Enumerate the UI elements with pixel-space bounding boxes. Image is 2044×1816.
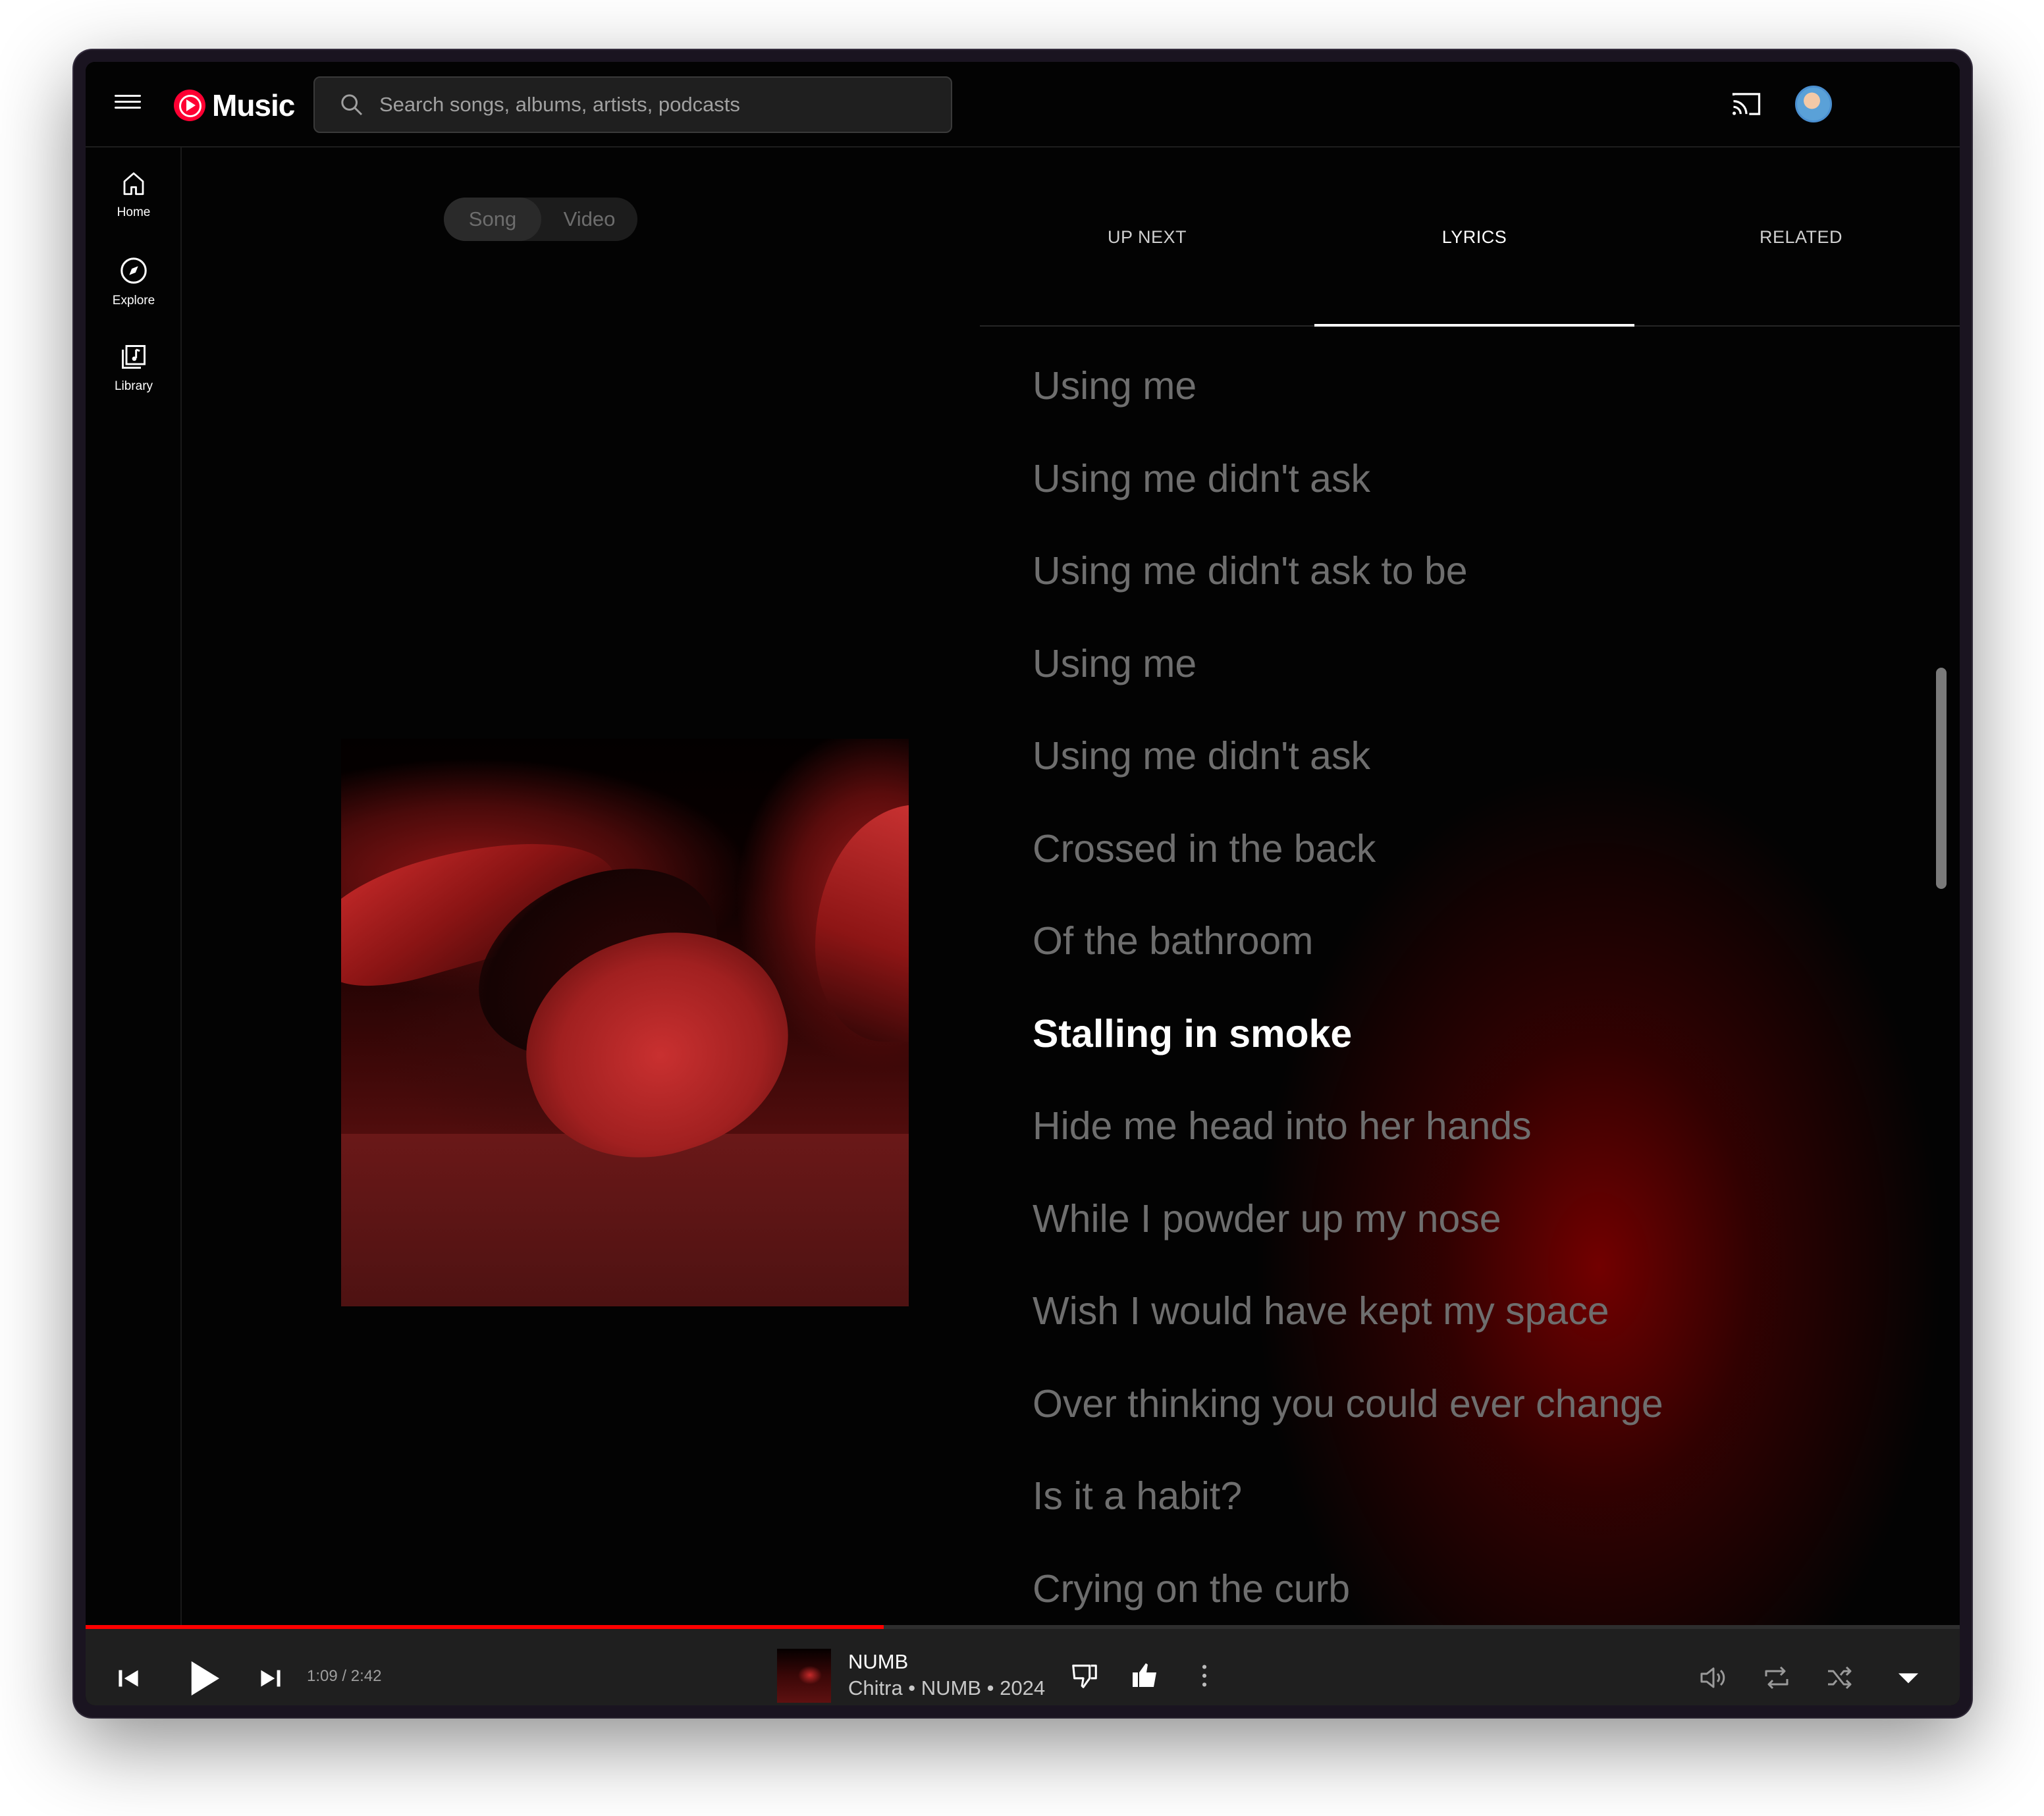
- side-panel: UP NEXT LYRICS RELATED Using me Using me …: [980, 147, 1960, 1629]
- library-icon: [122, 345, 146, 369]
- sidebar-item-label: Home: [117, 205, 151, 219]
- menu-icon[interactable]: [115, 91, 141, 117]
- sidebar: Home Explore Library: [86, 147, 182, 1629]
- lyric-line[interactable]: Over thinking you could ever change: [1033, 1381, 1663, 1426]
- main-content: Song Video UP NEXT LYRICS RELATED Using …: [183, 147, 1960, 1629]
- panel-tabs: UP NEXT LYRICS RELATED: [980, 147, 1960, 327]
- logo[interactable]: Music: [174, 87, 295, 124]
- expand-player-icon[interactable]: [1895, 1665, 1922, 1694]
- toggle-video[interactable]: Video: [541, 198, 637, 241]
- sidebar-item-label: Library: [114, 379, 153, 393]
- thumbs-down-icon[interactable]: [1069, 1661, 1100, 1694]
- song-subtitle[interactable]: Chitra • NUMB • 2024: [848, 1676, 1045, 1700]
- lyric-line[interactable]: Using me didn't ask to be: [1033, 548, 1468, 593]
- search-input[interactable]: [379, 93, 951, 117]
- lyric-line[interactable]: Wish I would have kept my space: [1033, 1289, 1609, 1333]
- lyric-line[interactable]: Using me: [1033, 641, 1197, 686]
- next-icon[interactable]: [254, 1662, 287, 1698]
- shuffle-icon[interactable]: [1824, 1662, 1856, 1697]
- lyric-line[interactable]: Is it a habit?: [1033, 1474, 1242, 1518]
- lyric-line[interactable]: Using me: [1033, 363, 1197, 408]
- avatar[interactable]: [1795, 86, 1832, 122]
- progress-fill: [86, 1625, 884, 1629]
- compass-icon: [121, 257, 147, 284]
- thumbs-up-icon[interactable]: [1129, 1659, 1160, 1694]
- app-window: Music Home: [74, 50, 1972, 1717]
- lyric-line[interactable]: Hide me head into her hands: [1033, 1104, 1532, 1148]
- active-tab-indicator: [1314, 324, 1634, 327]
- play-icon[interactable]: [176, 1653, 228, 1705]
- lyric-line-current[interactable]: Stalling in smoke: [1033, 1011, 1352, 1056]
- more-options-icon[interactable]: [1189, 1661, 1220, 1694]
- now-playing-thumbnail[interactable]: [777, 1649, 831, 1703]
- sidebar-item-home[interactable]: Home: [86, 170, 182, 220]
- search-bar[interactable]: [313, 76, 952, 133]
- lyric-line[interactable]: While I powder up my nose: [1033, 1196, 1501, 1241]
- sidebar-item-label: Explore: [112, 294, 155, 307]
- lyric-line[interactable]: Using me didn't ask: [1033, 456, 1370, 501]
- cast-icon[interactable]: [1729, 87, 1763, 124]
- lyric-line[interactable]: Of the bathroom: [1033, 919, 1313, 963]
- sidebar-item-library[interactable]: Library: [86, 342, 182, 394]
- lyric-line[interactable]: Crying on the curb: [1033, 1566, 1350, 1611]
- logo-text: Music: [212, 88, 295, 122]
- song-video-toggle[interactable]: Song Video: [444, 198, 637, 241]
- player-bar: 1:09 / 2:42 NUMB Chitra • NUMB • 2024: [86, 1625, 1960, 1705]
- play-logo-icon: [174, 90, 205, 121]
- music-app: Music Home: [86, 62, 1960, 1705]
- volume-icon[interactable]: [1698, 1662, 1729, 1697]
- home-icon: [123, 172, 144, 196]
- song-title[interactable]: NUMB: [848, 1650, 908, 1674]
- tab-up-next[interactable]: UP NEXT: [980, 213, 1314, 261]
- scrollbar[interactable]: [1936, 668, 1947, 889]
- repeat-icon[interactable]: [1761, 1662, 1792, 1697]
- top-bar: Music: [86, 62, 1960, 147]
- toggle-song[interactable]: Song: [444, 198, 541, 241]
- previous-icon[interactable]: [112, 1662, 145, 1698]
- sidebar-item-explore[interactable]: Explore: [86, 255, 182, 308]
- search-icon: [341, 94, 363, 116]
- lyric-line[interactable]: Crossed in the back: [1033, 826, 1376, 871]
- tab-lyrics[interactable]: LYRICS: [1314, 213, 1634, 261]
- album-art: [341, 739, 909, 1306]
- time-display: 1:09 / 2:42: [307, 1667, 382, 1685]
- lyric-line[interactable]: Using me didn't ask: [1033, 734, 1370, 778]
- tab-related[interactable]: RELATED: [1634, 213, 1960, 261]
